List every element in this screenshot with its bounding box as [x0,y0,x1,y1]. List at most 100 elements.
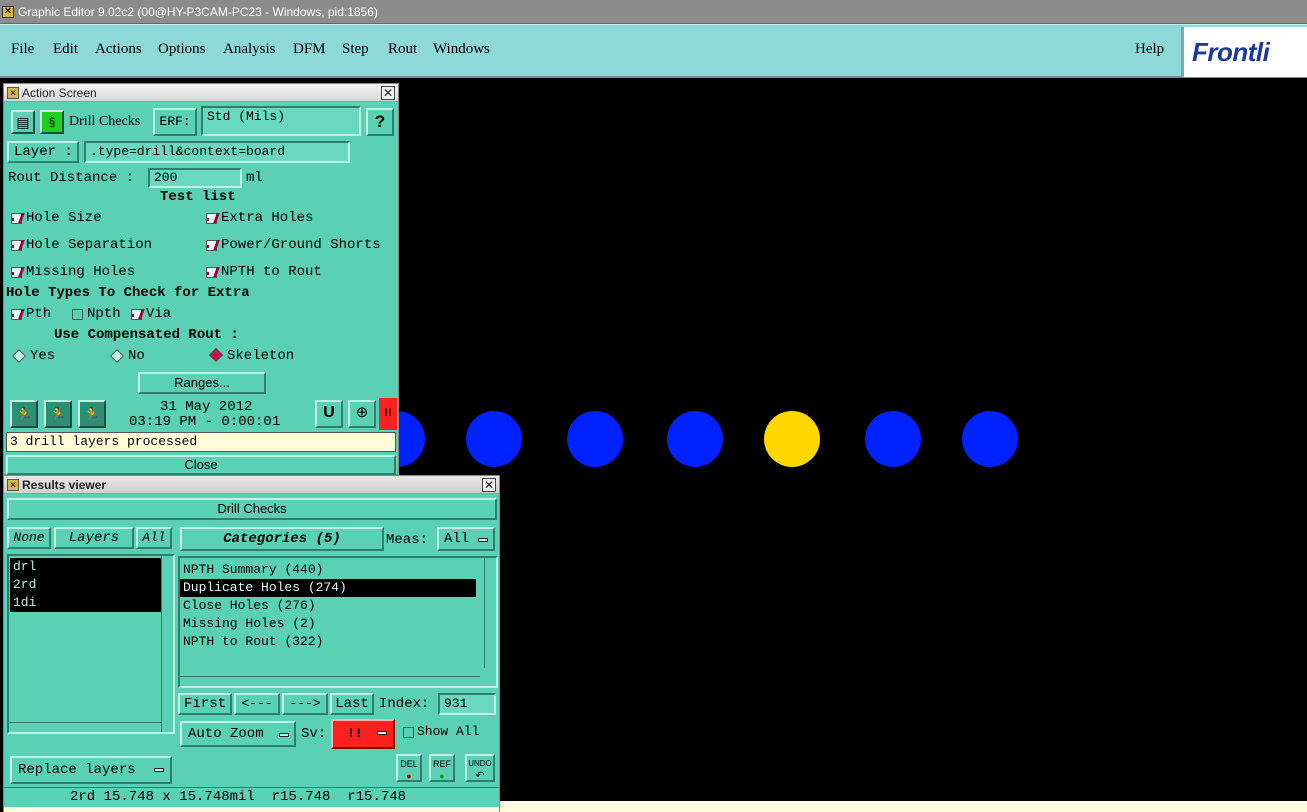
alert-indicator[interactable]: !! [379,398,397,430]
undo-button[interactable]: UNDO ↶ [465,754,495,782]
category-item[interactable]: NPTH to Rout (322) [180,633,496,651]
results-header: Drill Checks [7,498,497,520]
action-name: Drill Checks [69,114,141,129]
hole-type-label-via: Via [146,306,172,322]
layers-hscrollbar[interactable] [9,722,161,732]
results-viewer-title: Results viewer [22,478,107,492]
test-checkbox-npth-to-rout[interactable] [206,267,217,278]
layer-input[interactable]: .type=drill&context=board [84,141,350,163]
index-input[interactable]: 931 [438,693,496,715]
logo-text: Frontli [1192,37,1270,67]
next-button[interactable]: ---> [282,693,328,715]
run-icon[interactable]: 🏃 [10,400,38,428]
test-checkbox-extra-holes[interactable] [206,213,217,224]
meas-dropdown[interactable]: All [437,527,495,551]
radio-label-skeleton: Skeleton [227,348,295,364]
help-button[interactable]: ? [366,108,394,136]
highlighted-drill-pad[interactable] [764,411,820,467]
menu-step[interactable]: Step [342,41,369,58]
close-button[interactable]: Close [6,455,396,475]
ref-button[interactable]: REF ● [429,754,455,782]
all-button[interactable]: All [136,527,172,549]
layer-item-2rd[interactable]: 2rd [10,576,161,594]
layer-item-1di[interactable]: 1di [10,594,161,612]
rout-distance-label: Rout Distance : [8,170,135,186]
layers-button[interactable]: Layers [54,527,134,549]
menu-analysis[interactable]: Analysis [223,41,276,58]
test-label-extra-holes: Extra Holes [221,210,314,226]
erf-value-field[interactable]: Std (Mils) [201,106,361,136]
erf-button[interactable]: ERF: [153,108,197,136]
radio-yes[interactable] [11,348,27,364]
category-item-selected[interactable]: Duplicate Holes (274) [180,579,476,597]
drill-icon[interactable]: § [40,110,64,134]
undo-arrow-icon: ↶ [475,770,485,782]
drill-pad[interactable] [865,411,921,467]
layers-vscrollbar[interactable] [161,556,173,732]
radio-skeleton[interactable] [208,347,224,363]
stop-run-icon[interactable]: 🏃 [78,400,106,428]
previous-button[interactable]: <--- [234,693,280,715]
drill-pad[interactable] [962,411,1018,467]
categories-hscrollbar[interactable] [180,676,480,686]
magnet-icon[interactable]: U [315,400,343,428]
window-title-bar: ✕ Graphic Editor 9.02c2 (00@HY-P3CAM-PC2… [0,0,1307,24]
hole-type-checkbox-via[interactable] [131,309,142,320]
drill-pad[interactable] [466,411,522,467]
show-all-checkbox[interactable] [403,727,414,738]
window-title: Graphic Editor 9.02c2 (00@HY-P3CAM-PC23 … [18,5,378,19]
radio-no[interactable] [109,348,125,364]
category-item[interactable]: Missing Holes (2) [180,615,496,633]
del-button[interactable]: DEL ● [396,754,422,782]
hole-type-checkbox-pth[interactable] [11,309,22,320]
categories-button[interactable]: Categories (5) [180,527,384,551]
test-label-missing-holes: Missing Holes [26,264,136,280]
menu-edit[interactable]: Edit [53,41,78,58]
menu-rout[interactable]: Rout [388,41,417,58]
red-dot-icon: ● [406,771,412,781]
menu-file[interactable]: File [11,41,34,58]
layer-button[interactable]: Layer : [7,141,79,163]
category-item[interactable]: NPTH Summary (440) [180,561,496,579]
status-message: 3 drill layers processed [6,432,396,452]
results-viewer-titlebar: ✕ Results viewer ✕ [4,476,499,494]
last-button[interactable]: Last [330,693,374,715]
window-x-icon: ✕ [7,87,19,99]
layer-item-drl[interactable]: drl [10,558,161,576]
test-checkbox-hole-size[interactable] [11,213,22,224]
severity-dropdown[interactable]: !! [331,719,395,749]
sv-label: Sv: [301,726,327,742]
category-item[interactable]: Close Holes (276) [180,597,496,615]
categories-vscrollbar[interactable] [484,558,496,668]
zoom-icon[interactable]: ⊕ [348,400,376,428]
document-icon[interactable]: ▤ [11,110,35,134]
rout-distance-input[interactable]: 200 [148,168,242,188]
radio-label-yes: Yes [30,348,56,364]
test-label-hole-size: Hole Size [26,210,102,226]
test-label-hole-separation: Hole Separation [26,237,153,253]
test-checkbox-missing-holes[interactable] [11,267,22,278]
run-step-icon[interactable]: 🏃 [44,400,72,428]
drill-pad[interactable] [567,411,623,467]
test-checkbox-power-ground-shorts[interactable] [206,240,217,251]
ranges-button[interactable]: Ranges... [138,372,266,394]
replace-layers-dropdown[interactable]: Replace layers [10,756,172,784]
replace-layers-label: Replace layers [18,762,136,778]
canvas-status-strip [500,801,1307,812]
menu-dfm[interactable]: DFM [293,41,326,58]
dropdown-indicator-icon [154,768,164,772]
menu-help[interactable]: Help [1135,41,1164,58]
auto-zoom-dropdown[interactable]: Auto Zoom [180,721,296,747]
test-checkbox-hole-separation[interactable] [11,240,22,251]
hole-type-checkbox-npth[interactable] [72,309,83,320]
menu-options[interactable]: Options [158,41,206,58]
drill-pad[interactable] [667,411,723,467]
none-button[interactable]: None [7,527,51,549]
close-window-button[interactable]: ✕ [482,478,496,492]
first-button[interactable]: First [178,693,232,715]
close-window-button[interactable]: ✕ [381,86,395,100]
menu-windows[interactable]: Windows [433,41,490,58]
dropdown-indicator-icon [377,731,387,735]
test-label-npth-to-rout: NPTH to Rout [221,264,322,280]
menu-actions[interactable]: Actions [95,41,142,58]
